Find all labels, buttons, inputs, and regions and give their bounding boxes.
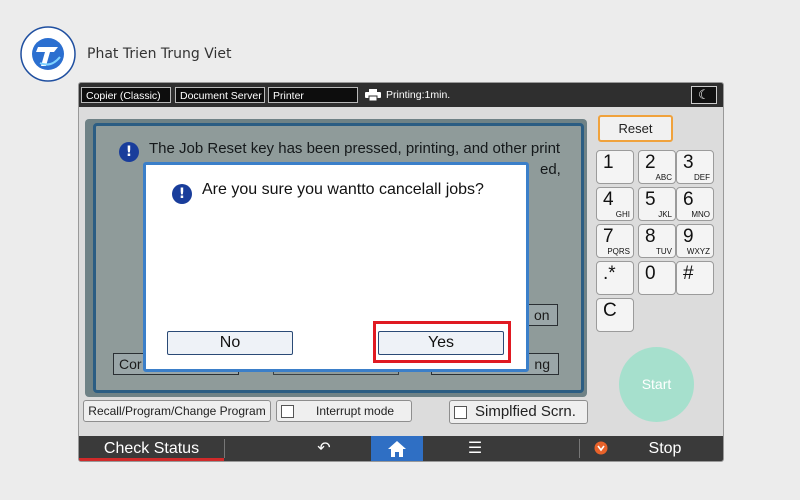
simplified-screen-button[interactable]: Simplfied Scrn. (449, 400, 588, 424)
bottom-bar: Check Status ↶ ☰ Stop (79, 436, 723, 461)
back-button[interactable]: ↶ (294, 436, 354, 461)
printing-status: Printing:1min. (365, 87, 450, 103)
tab-printer[interactable]: Printer (268, 87, 358, 103)
key-clear[interactable]: C (596, 298, 634, 332)
top-bar: Copier (Classic) Document Server Printer… (79, 83, 723, 107)
back-arrow-icon: ↶ (317, 440, 331, 457)
divider (579, 439, 580, 458)
key-dot-star[interactable]: .* (596, 261, 634, 295)
recall-program-button[interactable]: Recall/Program/Change Program (83, 400, 271, 422)
stop-button[interactable]: Stop (634, 436, 696, 461)
interrupt-mode-button[interactable]: Interrupt mode (276, 400, 412, 422)
brand-logo (20, 26, 76, 82)
start-button[interactable]: Start (619, 347, 694, 422)
checkbox-icon (454, 405, 467, 419)
energy-saver-button[interactable]: ☾ (691, 86, 717, 104)
home-icon (388, 441, 406, 457)
menu-icon: ☰ (467, 440, 483, 457)
menu-button[interactable]: ☰ (445, 436, 505, 461)
modal-message: Are you sure you wantto cancelall jobs? (202, 181, 484, 198)
key-3[interactable]: 3 DEF (676, 150, 714, 184)
yes-button-highlight (373, 321, 511, 363)
info-icon: ! (119, 142, 139, 162)
key-0[interactable]: 0 (638, 261, 676, 295)
home-button[interactable] (371, 436, 423, 461)
stop-icon (591, 436, 611, 461)
check-status-indicator (79, 458, 224, 461)
brand-name: Phat Trien Trung Viet (87, 46, 232, 62)
job-reset-message-tail: ed, (540, 161, 561, 178)
tab-document-server[interactable]: Document Server (175, 87, 265, 103)
moon-icon: ☾ (698, 87, 710, 102)
reset-button[interactable]: Reset (598, 115, 673, 142)
key-hash[interactable]: # (676, 261, 714, 295)
no-button[interactable]: No (167, 331, 293, 355)
key-4[interactable]: 4 GHI (596, 187, 634, 221)
key-7[interactable]: 7 PQRS (596, 224, 634, 258)
info-icon: ! (172, 184, 192, 204)
key-1[interactable]: 1 (596, 150, 634, 184)
tab-copier-classic[interactable]: Copier (Classic) (81, 87, 171, 103)
printer-icon (365, 89, 381, 101)
key-2[interactable]: 2 ABC (638, 150, 676, 184)
key-8[interactable]: 8 TUV (638, 224, 676, 258)
key-5[interactable]: 5 JKL (638, 187, 676, 221)
printing-status-text: Printing:1min. (386, 89, 451, 101)
job-reset-message: The Job Reset key has been pressed, prin… (149, 140, 561, 157)
divider (224, 439, 225, 458)
key-6[interactable]: 6 MNO (676, 187, 714, 221)
printer-panel: Copier (Classic) Document Server Printer… (78, 82, 724, 462)
checkbox-icon (281, 405, 294, 419)
key-9[interactable]: 9 WXYZ (676, 224, 714, 258)
bg-dialog-button-right: on (528, 304, 558, 326)
